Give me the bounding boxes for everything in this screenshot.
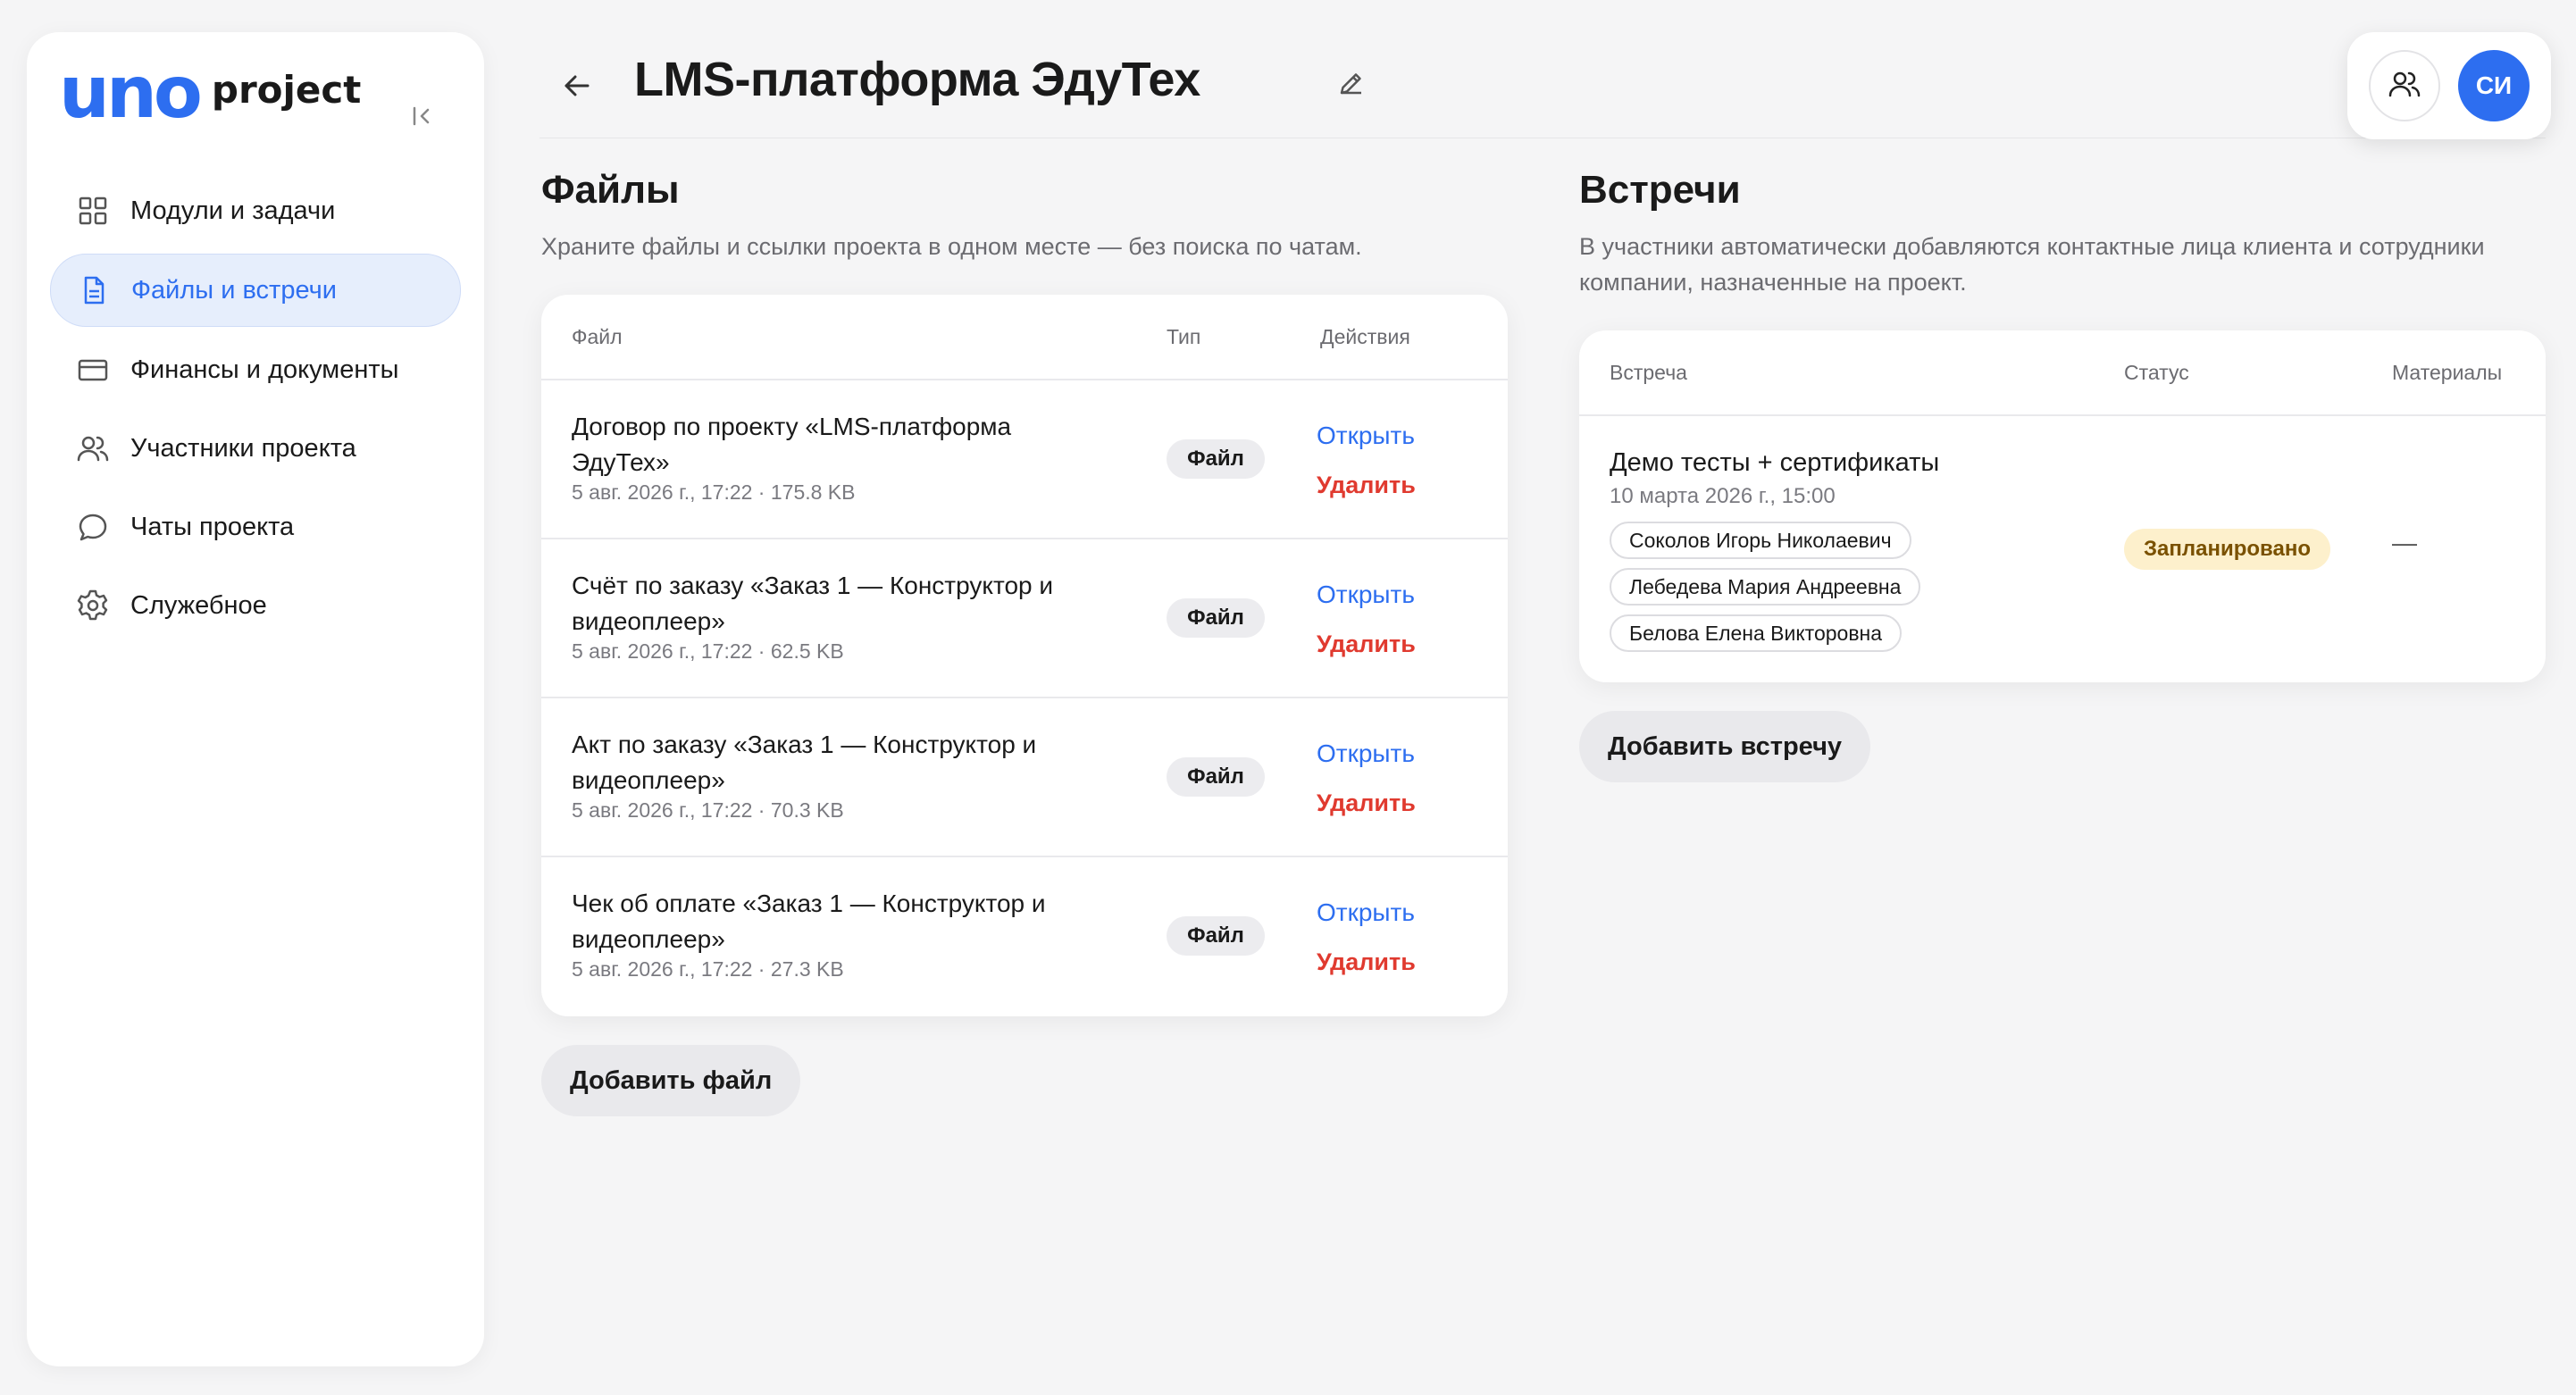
edit-pencil-icon[interactable] [1336, 68, 1368, 100]
document-icon [76, 272, 112, 308]
file-meta: 5 авг. 2026 г., 17:22 · 27.3 KB [572, 957, 844, 981]
file-type-badge: Файл [1167, 757, 1265, 797]
add-meeting-button[interactable]: Добавить встречу [1579, 711, 1871, 782]
sidebar-item-label: Участники проекта [130, 433, 356, 463]
status-badge: Запланировано [2124, 529, 2330, 570]
file-meta: 5 авг. 2026 г., 17:22 · 62.5 KB [572, 639, 844, 663]
sidebar-item-label: Служебное [130, 590, 267, 620]
meetings-table: Встреча Статус Материалы Демо тесты + се… [1579, 330, 2546, 682]
meetings-section-title: Встречи [1579, 168, 1741, 212]
sidebar-item-service[interactable]: Служебное [50, 570, 461, 641]
file-type-badge: Файл [1167, 598, 1265, 638]
file-name: Счёт по заказу «Заказ 1 — Конструктор и … [572, 572, 1054, 635]
participant-chip: Соколов Игорь Николаевич [1610, 522, 1911, 559]
delete-file-link[interactable]: Удалить [1317, 948, 1416, 976]
file-type-badge: Файл [1167, 916, 1265, 956]
logo-main: uno [59, 51, 203, 134]
row-divider [541, 538, 1508, 539]
header-actions: СИ [2347, 32, 2551, 139]
collapse-sidebar-icon[interactable] [406, 100, 438, 132]
users-icon [2387, 68, 2422, 104]
delete-file-link[interactable]: Удалить [1317, 631, 1416, 658]
row-divider [541, 856, 1508, 857]
column-header-actions: Действия [1320, 325, 1410, 348]
card-icon [75, 352, 111, 388]
file-name: Договор по проекту «LMS-платформа ЭдуТех… [572, 413, 1012, 476]
sidebar-item-label: Файлы и встречи [131, 275, 337, 305]
delete-file-link[interactable]: Удалить [1317, 472, 1416, 499]
logo[interactable]: uno project [59, 57, 361, 129]
file-name: Акт по заказу «Заказ 1 — Конструктор и в… [572, 731, 1037, 794]
users-icon [75, 430, 111, 466]
sidebar: uno project Модули и задачи Файлы и встр… [27, 32, 484, 1366]
avatar[interactable]: СИ [2458, 50, 2530, 121]
page-title: LMS-платформа ЭдуТех [634, 53, 1200, 106]
participants-button[interactable] [2369, 50, 2440, 121]
participant-chip: Лебедева Мария Андреевна [1610, 568, 1921, 606]
gear-icon [75, 588, 111, 623]
back-arrow-icon[interactable] [559, 68, 595, 104]
materials-value: — [2392, 529, 2417, 556]
file-type-badge: Файл [1167, 439, 1265, 479]
sidebar-item-label: Чаты проекта [130, 512, 295, 541]
row-divider [1579, 414, 2546, 416]
row-divider [541, 379, 1508, 380]
participant-chip: Белова Елена Викторовна [1610, 614, 1903, 652]
add-file-button[interactable]: Добавить файл [541, 1045, 801, 1116]
sidebar-item-label: Финансы и документы [130, 355, 399, 384]
sidebar-nav: Модули и задачи Файлы и встречи Финансы … [50, 175, 461, 648]
meeting-date: 10 марта 2026 г., 15:00 [1610, 484, 1836, 508]
sidebar-item-modules[interactable]: Модули и задачи [50, 175, 461, 246]
column-header-status: Статус [2124, 361, 2189, 384]
open-file-link[interactable]: Открыть [1317, 581, 1415, 609]
open-file-link[interactable]: Открыть [1317, 422, 1415, 450]
chat-icon [75, 509, 111, 545]
open-file-link[interactable]: Открыть [1317, 898, 1415, 927]
column-header-type: Тип [1167, 325, 1201, 348]
open-file-link[interactable]: Открыть [1317, 739, 1415, 768]
sidebar-item-files[interactable]: Файлы и встречи [50, 254, 461, 327]
sidebar-item-finance[interactable]: Финансы и документы [50, 334, 461, 405]
row-divider [541, 697, 1508, 698]
delete-file-link[interactable]: Удалить [1317, 789, 1416, 817]
file-name: Чек об оплате «Заказ 1 — Конструктор и в… [572, 890, 1046, 953]
sidebar-item-members[interactable]: Участники проекта [50, 413, 461, 484]
logo-sub: project [211, 67, 362, 112]
meetings-section-description: В участники автоматически добавляются ко… [1579, 233, 2485, 296]
sidebar-item-chats[interactable]: Чаты проекта [50, 491, 461, 563]
files-section-description: Храните файлы и ссылки проекта в одном м… [541, 233, 1362, 260]
column-header-file: Файл [572, 325, 623, 348]
column-header-meeting: Встреча [1610, 361, 1687, 384]
files-table: Файл Тип Действия Договор по проекту «LM… [541, 295, 1508, 1016]
files-section-title: Файлы [541, 168, 680, 212]
meeting-title[interactable]: Демо тесты + сертификаты [1610, 448, 1939, 478]
file-meta: 5 авг. 2026 г., 17:22 · 175.8 KB [572, 480, 856, 504]
sidebar-item-label: Модули и задачи [130, 196, 336, 225]
column-header-materials: Материалы [2392, 361, 2503, 384]
grid-icon [75, 193, 111, 229]
file-meta: 5 авг. 2026 г., 17:22 · 70.3 KB [572, 798, 844, 822]
